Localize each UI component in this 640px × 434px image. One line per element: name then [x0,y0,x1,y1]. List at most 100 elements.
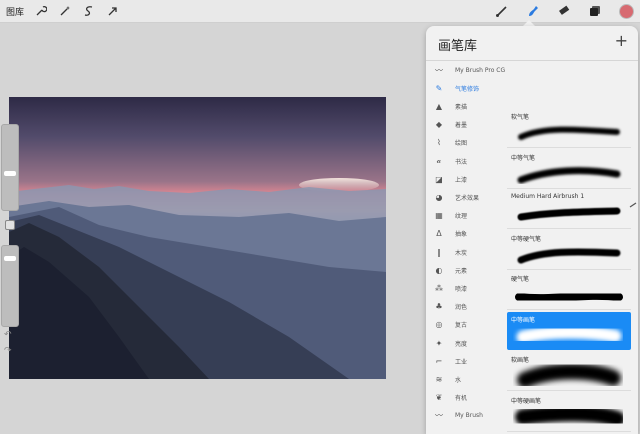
brush-set-label: 抽象 [455,231,468,239]
brush-set-item[interactable]: ◕ 艺术效果 [426,188,506,206]
airbrush-icon: ✎ [435,83,443,93]
brush-set-item[interactable]: 〰 My Brush Pro CG [426,61,506,79]
brush-name: 中等硬气笔 [511,235,542,243]
modify-button[interactable] [5,220,15,230]
brush-set-item[interactable]: ▦ 纹理 [426,207,506,225]
opacity-thumb[interactable] [4,256,16,261]
brush-item[interactable]: Medium Hard Airbrush 1 [507,190,637,229]
brush-set-item[interactable]: ⌐ 工业 [426,352,506,370]
brush-set-label: 有机 [455,395,468,403]
spray-icon: ⁂ [435,283,443,293]
brush-item[interactable]: 中等硬画笔 [507,393,631,432]
brush-name: 软气笔 [511,114,530,121]
brush-set-label: 亮度 [455,340,468,348]
brush-item[interactable]: 硬气笔 [507,271,631,310]
brush-set-label: 纹理 [455,213,468,221]
brush-set-label: 书法 [455,158,468,166]
brush-stroke-preview [515,405,623,427]
smudge-tool-icon[interactable] [526,4,540,18]
brush-set-item[interactable]: ◐ 元素 [426,261,506,279]
brush-name: 中等画笔 [511,316,536,324]
brush-item[interactable]: 软画笔 [507,352,631,391]
texture-icon: ▦ [435,211,443,221]
brush-set-item[interactable]: ▲ 素描 [426,97,506,115]
canvas-artwork[interactable] [9,97,386,379]
brush-set-item[interactable]: 𝒶 书法 [426,152,506,170]
brush-set-item[interactable]: ⌇ 绘图 [426,134,506,152]
landscape-artwork-image [9,178,386,379]
side-controls: ↶ ↷ [1,120,19,360]
brush-stroke-preview [517,166,621,183]
brush-set-item[interactable]: ⁂ 喷漆 [426,279,506,297]
undo-icon[interactable]: ↶ [4,330,12,340]
magic-wand-icon[interactable] [58,4,72,18]
brush-set-item[interactable]: ✎ 气笔修饰 [426,79,506,97]
touchup-icon: ♣ [435,302,443,312]
brush-set-label: 上漆 [455,176,468,184]
brush-set-item[interactable]: ◪ 上漆 [426,170,506,188]
brush-stroke-preview [516,325,622,343]
brush-item[interactable]: 中等硬气笔 [507,231,631,270]
brush-size-slider[interactable] [1,124,19,211]
brush-set-label: 素描 [455,103,468,111]
brush-set-label: 润色 [455,304,468,312]
add-brush-button[interactable]: + [615,31,628,50]
layers-icon[interactable] [588,4,602,18]
paint-icon: ◪ [435,174,443,184]
charcoal-icon: ‖ [437,247,441,257]
elements-icon: ◐ [435,265,443,275]
redo-icon[interactable]: ↷ [4,346,12,356]
brush-set-item[interactable]: ✦ 亮度 [426,334,506,352]
brush-set-label: 绘图 [455,140,468,148]
brush-set-item[interactable]: 〰 My Brush [426,407,506,425]
organic-icon: ❦ [435,393,443,403]
brush-tool-icon[interactable] [495,4,509,18]
brush-set-item[interactable]: ◎ 复古 [426,316,506,334]
brush-name: 中等硬画笔 [511,397,542,405]
brush-name: 软画笔 [511,357,530,364]
brush-stroke-preview [515,291,623,303]
brush-name: Medium Hard Airbrush 1 [511,193,585,200]
brush-item[interactable]: 中等画笔 [507,311,631,350]
pencil-icon: ▲ [435,101,443,111]
brush-set-label: 喷漆 [455,285,468,293]
brush-library-panel: 画笔库 + 〰 My Brush Pro CG ✎ 气笔修饰 ▲ 素描 ◆ 着墨 ⌇ 绘图 𝒶 书法 ◪… [426,26,638,434]
brush-set-item[interactable]: Δ 抽象 [426,225,506,243]
brush-set-label: 艺术效果 [455,194,480,202]
brush-set-label: My Brush [455,412,483,420]
luminance-icon: ✦ [435,338,443,348]
abstract-icon: Δ [436,229,442,239]
brush-set-label: 工业 [455,358,468,366]
gallery-button[interactable]: 图库 [6,5,24,18]
top-toolbar: 图库 [0,0,640,23]
brush-set-label: 木炭 [455,249,468,257]
water-icon: ≋ [435,374,443,384]
opacity-slider[interactable] [1,245,19,327]
drawing-icon: ⌇ [437,138,441,148]
brush-set-label: 气笔修饰 [455,85,480,93]
brush-indicator-icon [629,193,637,208]
brush-item[interactable]: 中等气笔 [507,150,631,189]
brush-item[interactable]: 软气笔 [507,109,631,148]
transform-arrow-icon[interactable] [106,4,120,18]
eraser-tool-icon[interactable] [557,4,571,18]
brush-size-thumb[interactable] [4,171,16,176]
brush-set-label: 着墨 [455,122,468,130]
brush-set-item[interactable]: ‖ 木炭 [426,243,506,261]
brush-stroke-preview [517,207,621,221]
color-picker-swatch[interactable] [619,3,634,19]
brush-set-label: 水 [455,376,462,384]
brush-name: 中等气笔 [511,154,536,162]
wrench-icon[interactable] [34,4,48,18]
panel-title: 画笔库 [438,39,478,54]
brush-set-label: 复古 [455,322,468,330]
brush-set-item[interactable]: ❦ 有机 [426,389,506,407]
brush-set-item[interactable]: ♣ 润色 [426,298,506,316]
brush-stroke-preview [517,364,621,386]
brush-set-item[interactable]: ◆ 着墨 [426,116,506,134]
brush-set-label: 元素 [455,267,468,275]
selection-icon[interactable] [82,4,96,18]
brush-name: 硬气笔 [511,276,530,283]
brush-set-item[interactable]: ≋ 水 [426,370,506,388]
brush-stroke-icon: 〰 [435,65,443,75]
